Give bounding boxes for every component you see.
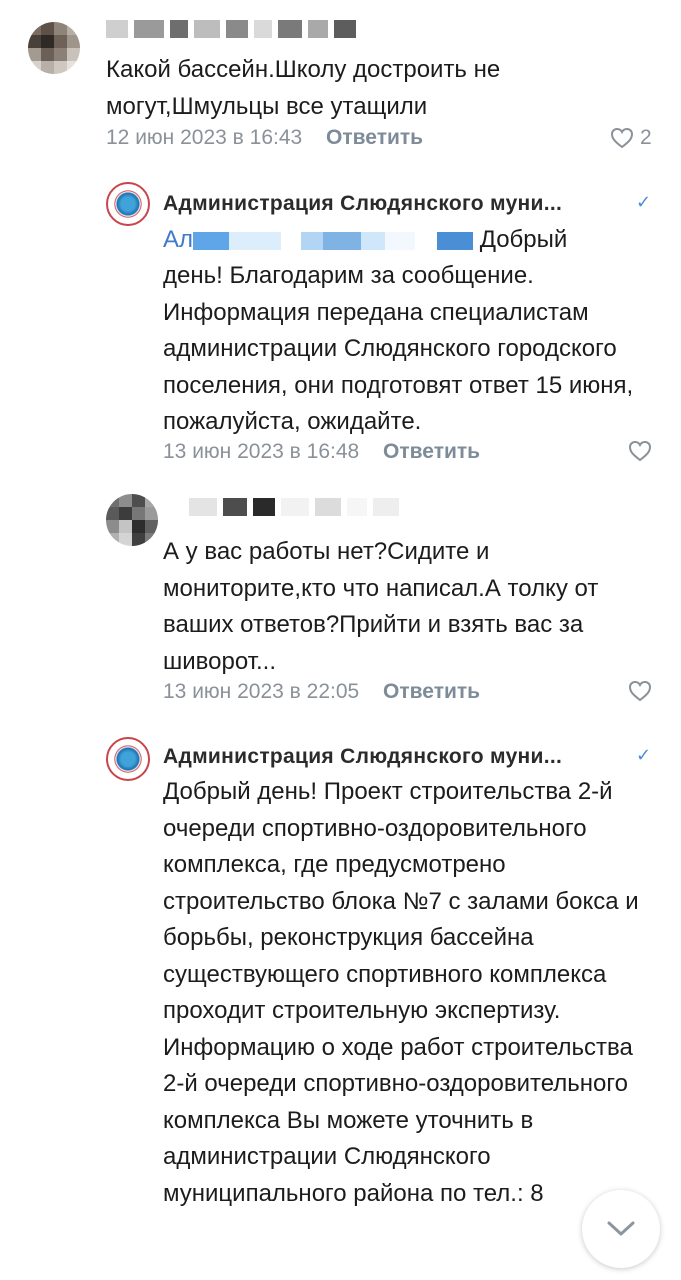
- mention-link[interactable]: Ал: [163, 226, 193, 253]
- comment-date: 13 июн 2023 в 22:05: [163, 680, 360, 703]
- avatar[interactable]: [106, 494, 158, 546]
- comments-page: Какой бассейн.Школу достроить не могут,Ш…: [0, 0, 681, 1280]
- author-name[interactable]: Администрация Слюдянского муни...: [163, 745, 562, 769]
- blurred-author-name[interactable]: [106, 20, 356, 38]
- comment-text: Какой бассейн.Школу достроить не могут,Ш…: [106, 56, 501, 120]
- heart-icon: [610, 127, 634, 149]
- org-avatar[interactable]: [106, 182, 150, 226]
- comment-text-tail: Добрый: [479, 226, 568, 253]
- reply-button[interactable]: Ответить: [383, 680, 480, 703]
- comment-date: 13 июн 2023 в 16:48: [163, 440, 360, 463]
- reply-button[interactable]: Ответить: [326, 126, 423, 149]
- comment-text: Добрый день! Проект строительства 2-й оч…: [163, 778, 639, 1207]
- comment-date: 12 июн 2023 в 16:43: [106, 126, 303, 149]
- like-button[interactable]: 2: [610, 126, 652, 150]
- like-button[interactable]: [628, 680, 652, 702]
- comment-text: А у вас работы нет?Сидите и мониторите,к…: [163, 538, 599, 675]
- avatar[interactable]: [28, 22, 80, 74]
- comment-meta: 12 июн 2023 в 16:43 Ответить: [106, 126, 423, 150]
- blurred-author-name[interactable]: [163, 498, 399, 516]
- author-name[interactable]: Администрация Слюдянского муни...: [163, 192, 562, 216]
- heart-icon: [628, 680, 652, 702]
- like-count: 2: [640, 126, 652, 149]
- reply-button[interactable]: Ответить: [383, 440, 480, 463]
- like-button[interactable]: [628, 440, 652, 462]
- comment-text-first-line: Ал Добрый: [163, 222, 633, 259]
- check-icon: ✓: [636, 192, 652, 212]
- comment-meta: 13 июн 2023 в 16:48 Ответить: [163, 440, 480, 464]
- scroll-down-button[interactable]: [582, 1190, 660, 1268]
- chevron-down-icon: [607, 1221, 635, 1236]
- heart-icon: [628, 440, 652, 462]
- comment-meta: 13 июн 2023 в 22:05 Ответить: [163, 680, 480, 704]
- org-avatar[interactable]: [106, 737, 150, 781]
- comment-text: день! Благодарим за сообщение. Информаци…: [163, 262, 634, 435]
- check-icon: ✓: [636, 745, 652, 765]
